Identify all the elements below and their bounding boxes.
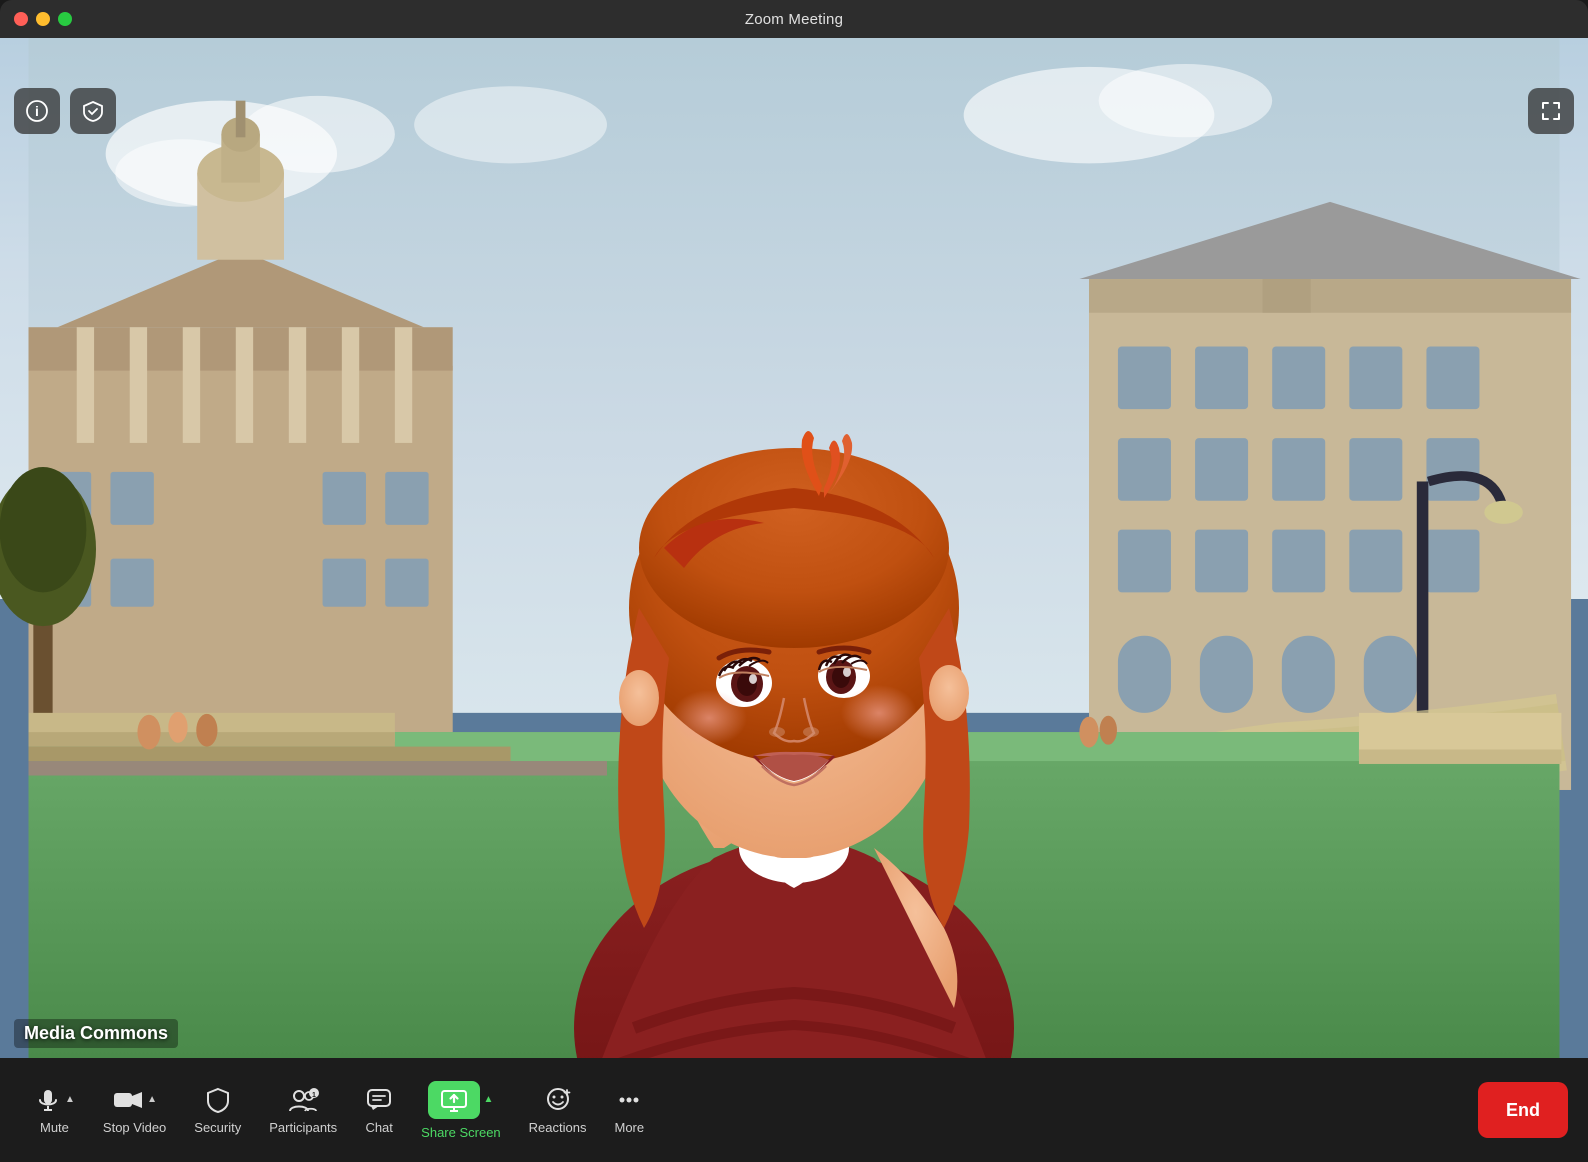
chat-label: Chat <box>365 1120 392 1135</box>
title-bar: Zoom Meeting <box>0 0 1588 38</box>
mute-icon <box>34 1086 62 1114</box>
close-button[interactable] <box>14 12 28 26</box>
participants-label: Participants <box>269 1120 337 1135</box>
reactions-icon <box>543 1086 573 1114</box>
traffic-lights <box>14 12 72 26</box>
window-title: Zoom Meeting <box>745 11 843 28</box>
mute-arrow[interactable]: ▲ <box>65 1094 75 1105</box>
svg-text:1: 1 <box>312 1092 316 1099</box>
participants-icon: 1 <box>287 1086 319 1114</box>
share-screen-label: Share Screen <box>421 1125 501 1140</box>
toolbar-item-mute[interactable]: ▲ Mute <box>20 1070 89 1150</box>
toolbar-item-participants[interactable]: 1 Participants <box>255 1070 351 1150</box>
toolbar-item-chat[interactable]: Chat <box>351 1070 407 1150</box>
stop-video-label: Stop Video <box>103 1120 166 1135</box>
maximize-button[interactable] <box>58 12 72 26</box>
more-icon <box>615 1086 643 1114</box>
toolbar-item-security[interactable]: Security <box>180 1070 255 1150</box>
security-icon <box>204 1086 232 1114</box>
info-button[interactable]: i <box>14 88 60 134</box>
video-area: i Media Commons <box>0 38 1588 1058</box>
reactions-label: Reactions <box>529 1120 587 1135</box>
stop-video-icon <box>112 1086 144 1114</box>
shield-button[interactable] <box>70 88 116 134</box>
security-label: Security <box>194 1120 241 1135</box>
top-left-controls: i <box>14 88 116 134</box>
toolbar-item-more[interactable]: More <box>600 1070 658 1150</box>
top-right-controls <box>1528 88 1574 134</box>
toolbar: ▲ Mute ▲ Stop Video <box>0 1058 1588 1162</box>
fullscreen-button[interactable] <box>1528 88 1574 134</box>
toolbar-item-share-screen[interactable]: ▲ Share Screen <box>407 1070 515 1150</box>
toolbar-item-stop-video[interactable]: ▲ Stop Video <box>89 1070 180 1150</box>
participant-name-label: Media Commons <box>14 1019 178 1048</box>
more-label: More <box>614 1120 644 1135</box>
share-arrow[interactable]: ▲ <box>483 1094 493 1105</box>
video-arrow[interactable]: ▲ <box>147 1094 157 1105</box>
toolbar-item-reactions[interactable]: Reactions <box>515 1070 601 1150</box>
minimize-button[interactable] <box>36 12 50 26</box>
svg-text:i: i <box>35 103 39 119</box>
avatar-character <box>454 208 1134 1058</box>
mute-label: Mute <box>40 1120 69 1135</box>
end-meeting-button[interactable]: End <box>1478 1082 1568 1138</box>
toolbar-items: ▲ Mute ▲ Stop Video <box>20 1070 1478 1150</box>
share-screen-icon-bg <box>428 1081 480 1119</box>
chat-icon <box>365 1086 393 1114</box>
